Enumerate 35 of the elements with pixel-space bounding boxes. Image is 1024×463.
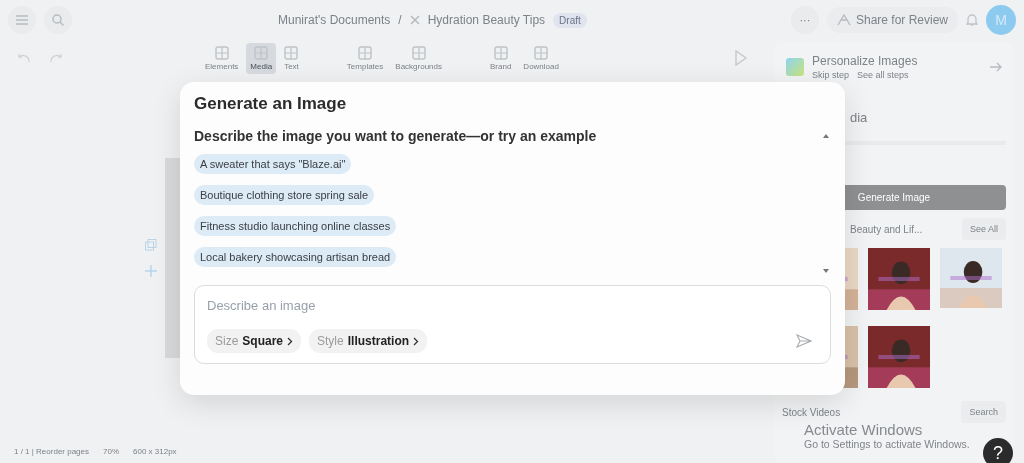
toolbar-tab[interactable]: Elements — [201, 42, 243, 74]
toolbar-tab[interactable]: Templates — [342, 42, 388, 74]
page-count[interactable]: 1 / 1 | Reorder pages — [14, 446, 89, 456]
example-chip[interactable]: Fitness studio launching online classes — [194, 216, 397, 236]
panel-heading: dia — [849, 110, 869, 125]
onboarding-card[interactable]: Personalize Images Skip step See all steps — [782, 50, 1006, 84]
notice-title: Activate Windows — [804, 421, 924, 438]
breadcrumb-item[interactable]: Hydration Beauty Tips — [427, 13, 546, 27]
dialog-title: Generate an Image — [194, 94, 348, 114]
toolbar-tab[interactable]: Text — [280, 42, 303, 74]
share-button[interactable]: Share for Review — [826, 7, 958, 33]
toolbar-tab[interactable]: Download — [519, 42, 563, 74]
example-chip[interactable]: A sweater that says "Blaze.ai" — [194, 154, 352, 174]
toolbar-tab[interactable]: Media — [246, 42, 277, 74]
canvas-size[interactable]: 600 x 312px — [133, 446, 177, 456]
example-chip[interactable]: Local bakery showcasing artisan bread — [194, 247, 397, 267]
more-button[interactable]: ··· — [790, 6, 819, 34]
section-title: Beauty and Lif... — [849, 223, 923, 235]
search-button[interactable]: Search — [961, 401, 1006, 423]
example-chip[interactable]: Boutique clothing store spring sale — [194, 185, 375, 205]
toolbar-tab[interactable]: Backgrounds — [391, 42, 446, 74]
zoom-level[interactable]: 70% — [103, 446, 120, 456]
see-all-button[interactable]: See All — [961, 218, 1006, 240]
option-button[interactable]: Style Illustration — [309, 329, 428, 353]
breadcrumb-item[interactable]: Munirat's Documents — [278, 13, 391, 27]
skip-link[interactable]: Skip step — [812, 70, 850, 80]
option-button[interactable]: Size Square — [207, 329, 302, 353]
notice-text: Go to Settings to activate Windows. — [804, 438, 970, 450]
steps-link[interactable]: See all steps — [857, 70, 909, 80]
breadcrumb-separator: / — [398, 13, 402, 27]
section-title: Stock Videos — [782, 406, 841, 418]
onboarding-title: Personalize Images — [812, 54, 919, 68]
dialog-subtitle: Describe the image you want to generate—or try an example — [194, 128, 597, 144]
status-badge: Draft — [553, 12, 587, 28]
toolbar-tab[interactable]: Brand — [486, 42, 516, 74]
